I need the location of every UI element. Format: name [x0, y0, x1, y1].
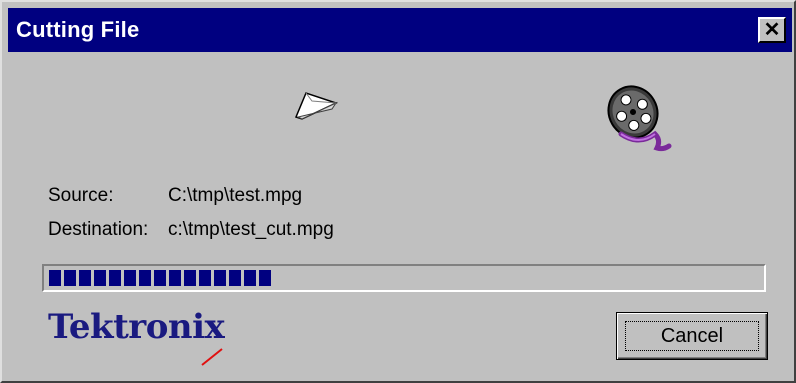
progress-block: [169, 270, 181, 286]
close-button[interactable]: ✕: [758, 17, 786, 43]
destination-value: c:\tmp\test_cut.mpg: [168, 219, 334, 240]
film-reel-icon: [607, 85, 672, 152]
progress-block: [259, 270, 271, 286]
progress-block: [124, 270, 136, 286]
title-bar[interactable]: Cutting File ✕: [8, 8, 792, 52]
progress-block: [139, 270, 151, 286]
cancel-button-label: Cancel: [660, 324, 724, 347]
cutting-file-dialog: Cutting File ✕ Source: C:\tmp\test.mpg D…: [0, 0, 796, 383]
destination-label: Destination:: [48, 219, 149, 240]
window-title: Cutting File: [16, 17, 140, 42]
progress-block: [154, 270, 166, 286]
source-value: C:\tmp\test.mpg: [168, 185, 303, 206]
progress-block: [214, 270, 226, 286]
progress-bar: [42, 264, 766, 292]
progress-block: [49, 270, 61, 286]
close-icon: ✕: [763, 19, 781, 41]
logo-accent-slash: [201, 348, 223, 366]
progress-fill: [49, 270, 271, 286]
progress-block: [184, 270, 196, 286]
tektronix-logo: Tektronix: [48, 307, 225, 347]
progress-block: [79, 270, 91, 286]
source-label: Source:: [48, 185, 114, 206]
paper-file-icon: [294, 92, 339, 120]
progress-block: [199, 270, 211, 286]
progress-block: [64, 270, 76, 286]
progress-block: [109, 270, 121, 286]
progress-block: [229, 270, 241, 286]
cancel-button[interactable]: Cancel: [616, 312, 768, 360]
progress-block: [244, 270, 256, 286]
progress-block: [94, 270, 106, 286]
